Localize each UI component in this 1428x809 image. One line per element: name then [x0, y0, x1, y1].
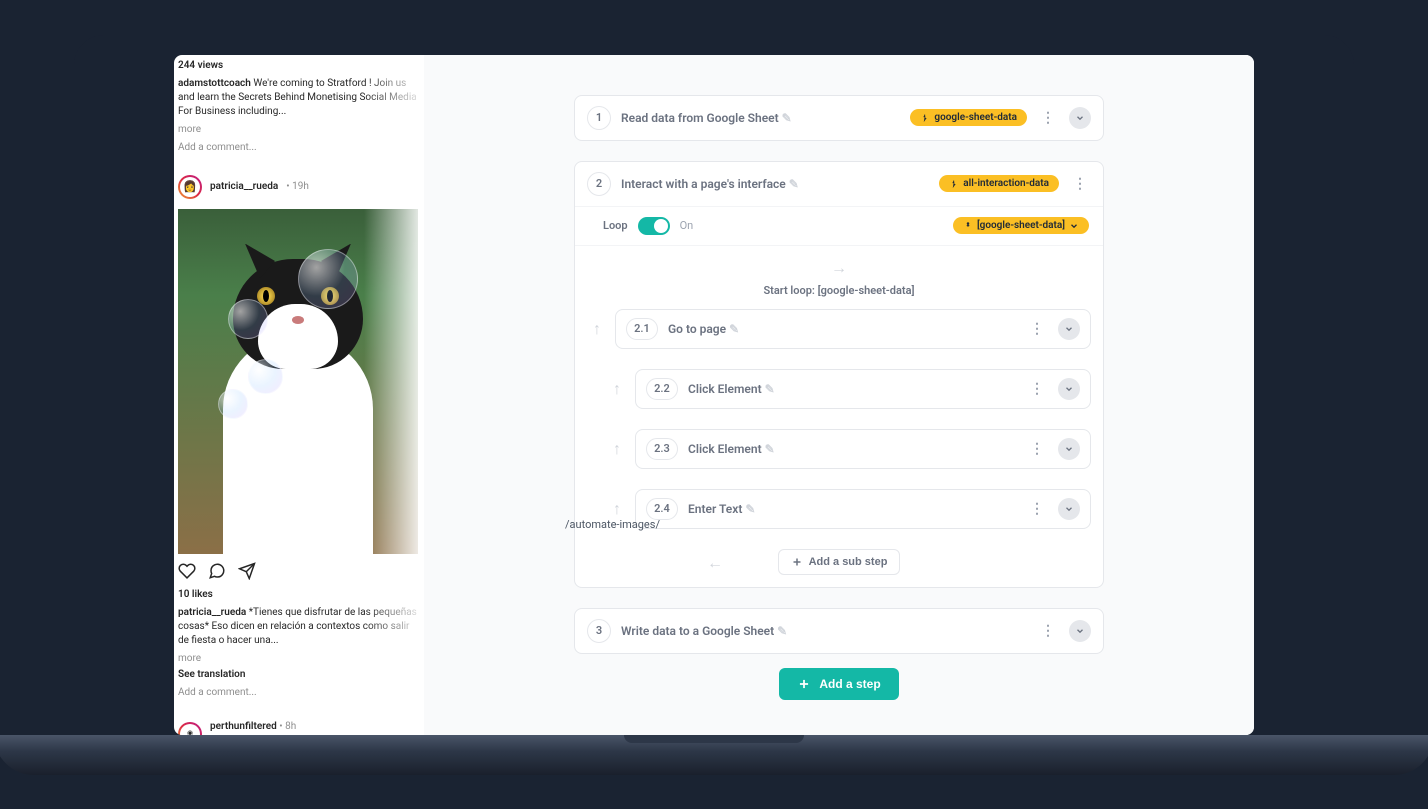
move-up-icon[interactable]: ↑	[607, 499, 627, 519]
expand-button[interactable]	[1058, 498, 1080, 520]
move-up-icon[interactable]: ↑	[587, 319, 607, 339]
substep-title: Enter Text ✎	[688, 502, 1016, 516]
edit-icon[interactable]: ✎	[765, 442, 775, 456]
username-link[interactable]: perthunfiltered	[210, 721, 277, 732]
more-icon[interactable]: ⋮	[1037, 623, 1059, 639]
post-timestamp: • 19h	[286, 180, 309, 194]
add-comment-input[interactable]: Add a comment...	[178, 686, 420, 700]
expand-button[interactable]	[1069, 620, 1091, 642]
path-overlay-text: /automate-images/	[565, 518, 660, 531]
arrow-right-icon: →	[587, 258, 1091, 278]
add-substep-button[interactable]: Add a sub step	[778, 549, 901, 575]
expand-button[interactable]	[1058, 378, 1080, 400]
substep-card: 2.1 Go to page ✎ ⋮	[615, 309, 1091, 349]
substep-card: 2.4 Enter Text ✎ ⋮	[635, 489, 1091, 529]
carousel-pager[interactable]	[286, 544, 311, 548]
expand-button[interactable]	[1069, 107, 1091, 129]
substep-row: ↑ 2.4 Enter Text ✎ ⋮ /automate-images/	[587, 489, 1091, 529]
views-count: 244 views	[178, 59, 424, 73]
move-up-icon[interactable]: ↑	[607, 379, 627, 399]
post-caption: patricia__rueda *Tienes que disfrutar de…	[178, 606, 420, 648]
comment-icon[interactable]	[208, 562, 226, 580]
substep-number: 2.4	[646, 498, 678, 520]
see-translation-link[interactable]: See translation	[178, 668, 420, 682]
substep-row: ↑ 2.1 Go to page ✎ ⋮	[587, 309, 1091, 349]
move-up-icon[interactable]: ↑	[607, 439, 627, 459]
edit-icon[interactable]: ✎	[777, 624, 787, 638]
substep-title: Go to page ✎	[668, 322, 1016, 336]
likes-count[interactable]: 10 likes	[178, 588, 420, 602]
loop-body: → Start loop: [google-sheet-data] ↑ 2.1 …	[575, 245, 1103, 587]
step-card-2: 2 Interact with a page's interface ✎ all…	[574, 161, 1104, 588]
substep-number: 2.3	[646, 438, 678, 460]
loop-data-badge[interactable]: [google-sheet-data]	[953, 217, 1089, 234]
step-title: Interact with a page's interface ✎	[621, 177, 929, 191]
substep-card: 2.3 Click Element ✎ ⋮	[635, 429, 1091, 469]
expand-button[interactable]	[1058, 318, 1080, 340]
arrow-left-icon: ←	[707, 553, 723, 573]
more-icon[interactable]: ⋮	[1069, 176, 1091, 192]
more-icon[interactable]: ⋮	[1037, 110, 1059, 126]
automation-builder: 1 Read data from Google Sheet ✎ google-s…	[424, 55, 1254, 735]
post-timestamp: • 8h	[279, 721, 296, 732]
laptop-mockup: 244 views adamstottcoach We're coming to…	[74, 35, 1354, 775]
substep-row: ↑ 2.3 Click Element ✎ ⋮	[587, 429, 1091, 469]
avatar[interactable]: ◉	[178, 722, 202, 735]
add-step-button[interactable]: Add a step	[779, 668, 898, 700]
feed-post-top: 244 views adamstottcoach We're coming to…	[174, 55, 424, 163]
step-number: 2	[587, 172, 611, 196]
feed-post-bottom: ◉ perthunfiltered • 8h Original audio	[174, 708, 424, 735]
more-icon[interactable]: ⋮	[1026, 501, 1048, 517]
step-card-1: 1 Read data from Google Sheet ✎ google-s…	[574, 95, 1104, 141]
like-icon[interactable]	[178, 562, 196, 580]
edit-icon[interactable]: ✎	[789, 177, 799, 191]
substep-row: ↑ 2.2 Click Element ✎ ⋮	[587, 369, 1091, 409]
more-icon[interactable]: ⋮	[1026, 441, 1048, 457]
more-icon[interactable]: ⋮	[1026, 381, 1048, 397]
step-number: 3	[587, 619, 611, 643]
step-title: Read data from Google Sheet ✎	[621, 111, 900, 125]
substep-title: Click Element ✎	[688, 382, 1016, 396]
feed-post-main: 👩 patricia__rueda • 19h	[174, 163, 424, 708]
data-badge[interactable]: google-sheet-data	[910, 109, 1027, 126]
username-link[interactable]: patricia__rueda	[210, 180, 278, 194]
edit-icon[interactable]: ✎	[765, 382, 775, 396]
loop-toggle[interactable]	[638, 217, 670, 235]
avatar[interactable]: 👩	[178, 175, 202, 199]
post-caption: adamstottcoach We're coming to Stratford…	[178, 77, 420, 119]
step-number: 1	[587, 106, 611, 130]
add-comment-input[interactable]: Add a comment...	[178, 141, 420, 155]
more-link[interactable]: more	[178, 123, 424, 137]
post-image[interactable]	[178, 209, 418, 554]
toggle-state: On	[680, 219, 943, 232]
expand-button[interactable]	[1058, 438, 1080, 460]
data-badge[interactable]: all-interaction-data	[939, 175, 1059, 192]
share-icon[interactable]	[238, 562, 256, 580]
more-link[interactable]: more	[178, 652, 424, 666]
substep-number: 2.1	[626, 318, 658, 340]
step-card-3: 3 Write data to a Google Sheet ✎ ⋮	[574, 608, 1104, 654]
edit-icon[interactable]: ✎	[729, 322, 739, 336]
substep-title: Click Element ✎	[688, 442, 1016, 456]
edit-icon[interactable]: ✎	[745, 502, 755, 516]
laptop-base	[0, 735, 1428, 775]
loop-label: Loop	[603, 219, 628, 232]
substep-number: 2.2	[646, 378, 678, 400]
social-feed-panel: 244 views adamstottcoach We're coming to…	[174, 55, 424, 735]
loop-start-title: Start loop: [google-sheet-data]	[587, 284, 1091, 297]
edit-icon[interactable]: ✎	[782, 111, 792, 125]
step-title: Write data to a Google Sheet ✎	[621, 624, 1027, 638]
substep-card: 2.2 Click Element ✎ ⋮	[635, 369, 1091, 409]
more-icon[interactable]: ⋮	[1026, 321, 1048, 337]
